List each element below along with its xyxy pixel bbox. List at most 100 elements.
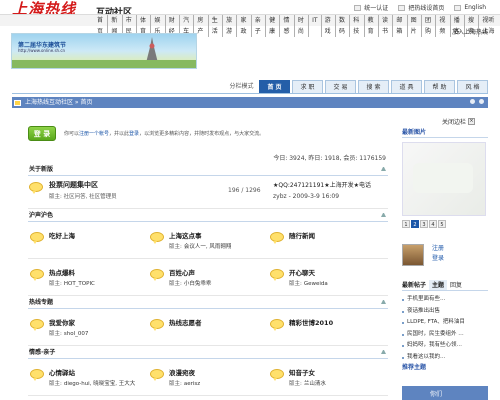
forum-cell[interactable]: 吃好上海 [28, 222, 148, 258]
channel-link[interactable]: 时尚 [295, 15, 310, 37]
nav-tab[interactable]: 求 职 [292, 80, 323, 93]
forum-cell[interactable]: 浪漫宛夜 版主: aerisz [148, 359, 268, 395]
collapse-icon[interactable] [381, 300, 386, 304]
pager-button[interactable]: 4 [429, 220, 437, 228]
forum-name[interactable]: 百姓心声 [169, 267, 195, 277]
close-sidebar-link[interactable]: 关闭边栏 × [442, 117, 476, 126]
moderator-names[interactable]: 小白兔乖乖 [184, 281, 212, 287]
util-link-english[interactable]: English [454, 3, 486, 12]
moderator-names[interactable]: 会议人一, 风雨翱翔 [184, 244, 232, 250]
event-banner[interactable]: 第二届华东建筑节 http://www.online.sh.cn [11, 33, 197, 69]
collapse-icon[interactable] [381, 213, 386, 217]
channel-link[interactable]: 邮箱 [393, 15, 408, 37]
channel-link[interactable]: 数码 [336, 15, 351, 37]
sidebar-tab[interactable]: 回复 [447, 280, 465, 290]
moderator-names[interactable]: Geweida [304, 281, 328, 287]
forum-cell[interactable]: 百姓心声 版主: 小白兔乖乖 [148, 259, 268, 295]
channel-link[interactable]: 情感 [280, 15, 295, 37]
moderator-names[interactable]: 兰山清水 [304, 381, 326, 387]
latest-pic[interactable] [402, 142, 486, 216]
list-item[interactable]: 民国时，民生委组外 … [402, 329, 488, 341]
channel-link[interactable]: 生活 [209, 15, 224, 37]
register-link[interactable]: 注册一个帐号 [79, 131, 109, 137]
nav-tab[interactable]: 风 格 [457, 80, 488, 93]
collapse-icon[interactable] [381, 167, 386, 171]
moderator-names[interactable]: aerisz [184, 381, 200, 387]
list-item[interactable]: 妈妈呀，我有些心领… [402, 340, 488, 352]
forum-cell[interactable]: 知音子女 版主: 兰山清水 [268, 359, 388, 395]
list-item[interactable]: 手机里面有些… [402, 294, 488, 306]
channel-link[interactable]: 亲子 [252, 15, 267, 37]
channel-link[interactable]: 图片 [408, 15, 422, 37]
util-link-homepage[interactable]: 把热线设首页 [398, 3, 444, 12]
channel-link[interactable]: 读书 [379, 15, 394, 37]
pager-button[interactable]: 1 [402, 220, 410, 228]
list-item[interactable]: 夜话推出出售 [402, 306, 488, 318]
breadcrumb[interactable]: 上海热线互动社区 » 首页 [25, 98, 93, 107]
util-link-auth[interactable]: 统一认证 [354, 3, 388, 12]
shortcut-icon[interactable] [479, 99, 484, 104]
section-header[interactable]: 沪声沪色 [28, 209, 388, 222]
collapse-icon[interactable] [381, 350, 386, 354]
nav-tab[interactable]: 分栏模式 [226, 80, 257, 93]
channel-link[interactable]: IT [309, 15, 322, 37]
forum-cell[interactable]: 开心聊天 版主: Geweida [268, 259, 388, 295]
sidebar-tab[interactable]: 主题 [429, 280, 448, 290]
forum-cell[interactable]: 我爱你家 版主: shol_007 [28, 309, 148, 345]
join-link[interactable]: 加入上海热线 [452, 27, 488, 36]
forum-name[interactable]: 精彩世博2010 [289, 317, 333, 327]
nav-tab[interactable]: 交 易 [325, 80, 356, 93]
section-header[interactable]: 热线专题 [28, 296, 388, 309]
forum-cell[interactable]: 上海这点事 版主: 会议人一, 风雨翱翔 [148, 222, 268, 258]
forum-cell[interactable]: 精彩世博2010 [268, 309, 388, 345]
login-button[interactable]: 登 录 [28, 126, 56, 141]
forum-name[interactable]: 浪漫宛夜 [169, 367, 195, 377]
channel-link[interactable]: 旅游 [223, 15, 238, 37]
home-icon[interactable] [14, 100, 21, 106]
forum-name[interactable]: 上海这点事 [169, 230, 202, 240]
channel-link[interactable]: 健康 [266, 15, 281, 37]
channel-link[interactable]: 团购 [422, 15, 437, 37]
util-link-label: 把热线设首页 [408, 5, 445, 12]
moderator-names[interactable]: diego-hui, 晓晓宝宝, 王大大 [64, 381, 135, 387]
channel-link[interactable]: 视频 [436, 15, 451, 37]
forum-name[interactable]: 开心聊天 [289, 267, 315, 277]
login-link[interactable]: 登录 [129, 131, 139, 137]
rss-icon[interactable] [470, 99, 475, 104]
forum-name[interactable]: 吃好上海 [49, 230, 75, 240]
nav-tab[interactable]: 搜 索 [358, 80, 389, 93]
moderator-names[interactable]: HOT_TOPIC [64, 281, 95, 287]
forum-name[interactable]: 我爱你家 [49, 317, 75, 327]
sidebar-register-link[interactable]: 注册 [432, 244, 444, 254]
forum-name[interactable]: 热线志愿者 [169, 317, 202, 327]
forum-cell[interactable]: 随行新闻 [268, 222, 388, 258]
last-post-title[interactable]: ★QQ:247121191★上海开发★电话 [273, 180, 388, 189]
nav-tab[interactable]: 帮 助 [424, 80, 455, 93]
forum-status-icon [150, 319, 164, 331]
forum-status-icon [30, 369, 44, 381]
nav-tab[interactable]: 道 具 [391, 80, 422, 93]
forum-name[interactable]: 投票问题集中区 [49, 180, 98, 190]
forum-cell[interactable]: 热点爆料 版主: HOT_TOPIC [28, 259, 148, 295]
channel-link[interactable]: 家政 [237, 15, 252, 37]
forum-row[interactable]: 投票问题集中区 版主: 社区问答, 社区管理员 196 / 1296 ★QQ:2… [28, 176, 388, 209]
channel-link[interactable]: 科技 [350, 15, 365, 37]
forum-name[interactable]: 知音子女 [289, 367, 315, 377]
forum-grid: 心情驿站 版主: diego-hui, 晓晓宝宝, 王大大 浪漫宛夜 版主: aerisz… [28, 359, 388, 396]
section-header[interactable]: 关于新版 [28, 163, 388, 176]
section-header[interactable]: 情感·亲子 [28, 346, 388, 359]
moderator-names[interactable]: shol_007 [64, 331, 89, 337]
forum-name[interactable]: 随行新闻 [289, 230, 315, 240]
list-item[interactable]: LLDPE, FTA、把料油目 [402, 317, 488, 329]
channel-link[interactable]: 游戏 [322, 15, 336, 37]
pager-button[interactable]: 3 [420, 220, 428, 228]
pager-button[interactable]: 2 [411, 220, 419, 228]
forum-cell[interactable]: 心情驿站 版主: diego-hui, 晓晓宝宝, 王大大 [28, 359, 148, 395]
pager-button[interactable]: 5 [438, 220, 446, 228]
forum-cell[interactable]: 热线志愿者 [148, 309, 268, 345]
nav-tab[interactable]: 首 页 [259, 80, 290, 93]
sidebar-login-link[interactable]: 登录 [432, 254, 444, 264]
forum-name[interactable]: 热点爆料 [49, 267, 75, 277]
channel-link[interactable]: 教育 [365, 15, 379, 37]
forum-name[interactable]: 心情驿站 [49, 367, 75, 377]
